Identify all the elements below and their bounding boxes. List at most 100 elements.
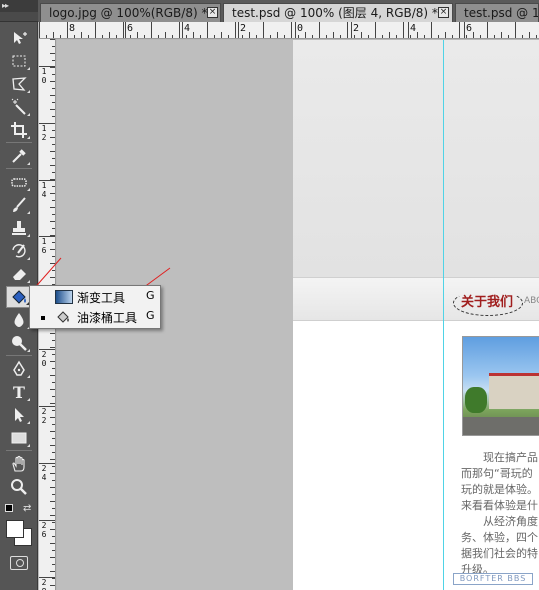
crop-tool[interactable] <box>6 119 32 141</box>
ruler-label: 1 <box>41 124 47 133</box>
tab-logo-jpg[interactable]: logo.jpg @ 100%(RGB/8) * × <box>40 3 221 22</box>
building-photo <box>462 336 539 436</box>
eraser-icon <box>13 269 26 280</box>
move-tool[interactable] <box>6 27 32 49</box>
rectangle-tool[interactable] <box>6 427 32 449</box>
paragraph-line: 从经济角度 <box>483 515 538 528</box>
photoshop-window: logo.jpg @ 100%(RGB/8) * × test.psd @ 10… <box>0 0 539 590</box>
move-icon <box>14 32 27 44</box>
ruler-label: 2 <box>41 521 47 530</box>
ruler-label: 2 <box>41 464 47 473</box>
menu-item-paint-bucket-tool[interactable]: 油漆桶工具 G <box>30 307 160 327</box>
clone-stamp-icon <box>12 221 26 235</box>
menu-item-label: 油漆桶工具 <box>77 311 138 325</box>
tool-flyout-menu: 渐变工具 G 油漆桶工具 G <box>29 285 161 329</box>
watermark-logo: BORFTER BBS <box>453 573 533 585</box>
gradient-icon <box>55 290 73 304</box>
eyedropper-icon <box>12 149 26 163</box>
paragraph-line: 而那句“哥玩的 <box>461 467 533 480</box>
zoom-icon <box>11 479 27 495</box>
crop-icon <box>11 122 27 138</box>
dodge-icon <box>12 336 27 351</box>
panel-header[interactable] <box>0 12 38 22</box>
tab-label: logo.jpg @ 100%(RGB/8) * <box>49 6 208 20</box>
history-brush-icon <box>12 244 26 258</box>
quick-mask-icon[interactable] <box>10 556 28 570</box>
pen-icon <box>13 360 25 376</box>
guide-line[interactable] <box>443 40 444 590</box>
selected-indicator-icon <box>41 316 45 320</box>
ruler-label: 6 <box>127 23 134 34</box>
ruler-label: 4 <box>410 23 417 34</box>
hand-icon <box>12 455 25 472</box>
healing-brush-icon <box>11 178 27 187</box>
magic-wand-icon <box>11 98 26 115</box>
ruler-label: 1 <box>41 181 47 190</box>
ruler-label: 2 <box>41 350 47 359</box>
hand-tool[interactable] <box>6 453 32 475</box>
menu-item-shortcut: G <box>146 289 155 302</box>
close-icon[interactable]: × <box>438 7 449 18</box>
horizontal-ruler[interactable]: 8 6 4 2 0 2 4 6 <box>39 22 539 39</box>
tab-label: test.psd @ 1 <box>464 6 539 20</box>
marquee-icon <box>12 55 26 67</box>
ruler-label: 2 <box>41 416 47 425</box>
marquee-tool[interactable] <box>6 50 32 72</box>
rectangle-icon <box>11 432 27 444</box>
paragraph-line: 来看看体验是什 <box>461 499 538 512</box>
tab-label: test.psd @ 100% (图层 4, RGB/8) * <box>232 6 438 20</box>
type-tool[interactable]: T <box>6 381 32 403</box>
ruler-label: 4 <box>184 23 191 34</box>
dodge-tool[interactable] <box>6 332 32 354</box>
close-icon[interactable]: × <box>207 7 218 18</box>
ruler-label: 6 <box>41 246 47 255</box>
header-band <box>293 40 539 277</box>
eyedropper-tool[interactable] <box>6 145 32 167</box>
paragraph-line: 现在搞产品 <box>483 451 538 464</box>
paragraph-line: 玩的就是体验。 <box>461 483 538 496</box>
path-selection-icon <box>15 408 24 422</box>
default-colors-icon[interactable] <box>5 504 13 512</box>
path-selection-tool[interactable] <box>6 404 32 426</box>
paint-bucket-icon <box>57 311 69 323</box>
lasso-tool[interactable] <box>6 73 32 95</box>
ruler-label: 1 <box>41 67 47 76</box>
panel-grip[interactable]: ▸▸ <box>0 0 38 12</box>
ruler-label: 2 <box>240 23 247 34</box>
document-canvas[interactable]: 关于我们 ABO 现在搞产品 而那句“哥玩的 玩的就是体验。 来看看体验是什 从… <box>293 40 539 590</box>
ruler-label: 4 <box>41 190 47 199</box>
pen-tool[interactable] <box>6 358 32 380</box>
tab-test-psd-2[interactable]: test.psd @ 1 <box>455 3 539 22</box>
ruler-label: 6 <box>466 23 473 34</box>
type-icon: T <box>13 382 25 402</box>
paragraph-line: 据我们社会的特 <box>461 547 538 560</box>
ruler-label: 1 <box>41 237 47 246</box>
about-english: ABO <box>524 296 539 306</box>
ruler-label: 0 <box>41 76 47 85</box>
tab-test-psd-active[interactable]: test.psd @ 100% (图层 4, RGB/8) * × <box>223 3 453 22</box>
foreground-color-swatch[interactable] <box>6 520 24 538</box>
ruler-label: 6 <box>41 530 47 539</box>
ruler-label: 2 <box>353 23 360 34</box>
paragraph-line: 务、体验，四个 <box>461 531 538 544</box>
brush-tool[interactable] <box>6 194 32 216</box>
ruler-label: 8 <box>69 23 76 34</box>
eraser-tool[interactable] <box>6 263 32 285</box>
healing-brush-tool[interactable] <box>6 171 32 193</box>
magic-wand-tool[interactable] <box>6 96 32 118</box>
ruler-label: 2 <box>41 133 47 142</box>
menu-item-shortcut: G <box>146 309 155 322</box>
swap-colors-icon[interactable]: ⇄ <box>23 503 31 514</box>
ruler-label: 2 <box>41 407 47 416</box>
lasso-icon <box>12 77 27 91</box>
brush-icon <box>13 197 26 212</box>
ruler-label: 4 <box>41 473 47 482</box>
clone-stamp-tool[interactable] <box>6 217 32 239</box>
ruler-label: 2 <box>41 578 47 587</box>
blur-icon <box>14 313 24 327</box>
document-tab-bar: logo.jpg @ 100%(RGB/8) * × test.psd @ 10… <box>0 0 539 22</box>
ruler-label: 0 <box>297 23 304 34</box>
history-brush-tool[interactable] <box>6 240 32 262</box>
menu-item-gradient-tool[interactable]: 渐变工具 G <box>30 287 160 307</box>
zoom-tool[interactable] <box>6 476 32 498</box>
